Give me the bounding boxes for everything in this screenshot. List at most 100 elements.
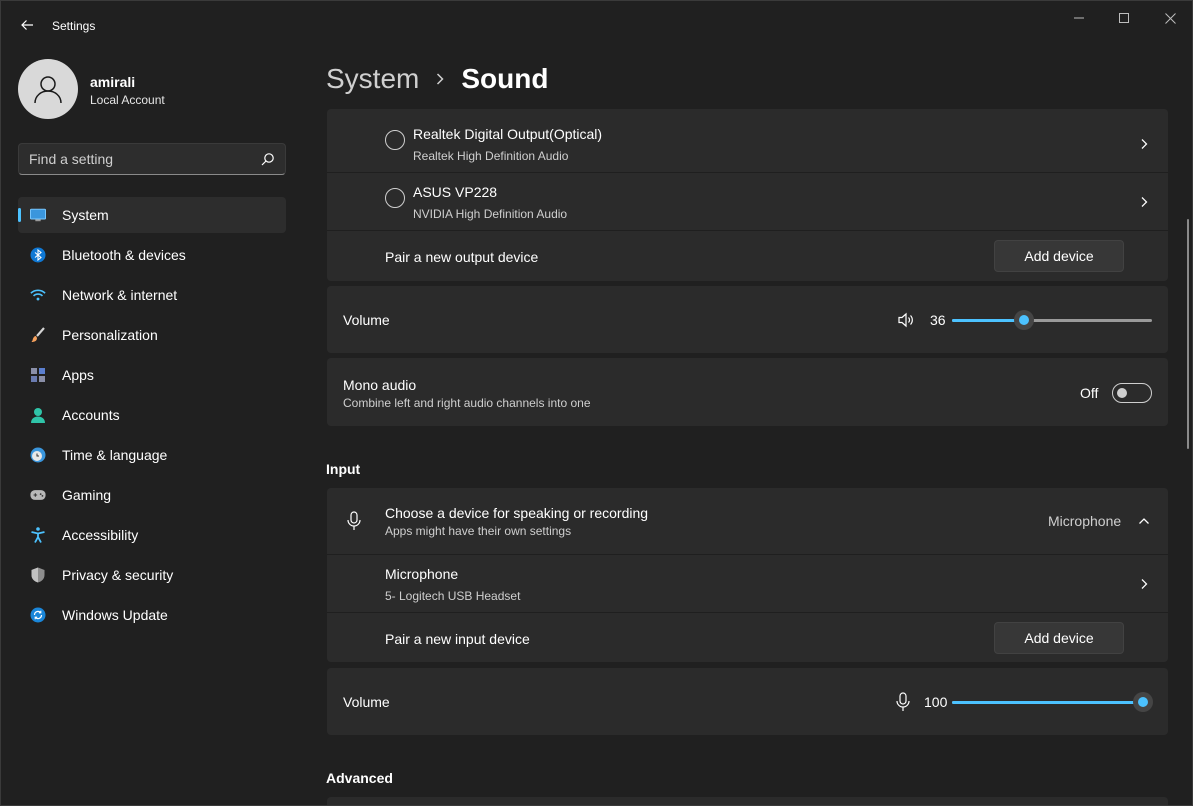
advanced-card <box>327 797 1168 805</box>
brush-icon <box>30 327 46 343</box>
breadcrumb-parent[interactable]: System <box>326 63 419 95</box>
maximize-icon <box>1119 13 1129 23</box>
sidebar-item-network[interactable]: Network & internet <box>18 277 286 313</box>
sidebar-item-system[interactable]: System <box>18 197 286 233</box>
choose-input-description: Apps might have their own settings <box>385 524 572 538</box>
chevron-right-icon[interactable] <box>1138 138 1150 150</box>
chevron-right-icon[interactable] <box>1138 578 1150 590</box>
sidebar-item-label: Privacy & security <box>62 567 174 583</box>
divider <box>327 172 1168 173</box>
output-volume-value: 36 <box>930 312 946 328</box>
sidebar-item-label: System <box>62 207 109 223</box>
sidebar-item-privacy-security[interactable]: Privacy & security <box>18 557 286 593</box>
app-title: Settings <box>52 19 96 33</box>
chevron-up-icon[interactable] <box>1138 515 1150 527</box>
device-driver: Realtek High Definition Audio <box>413 149 569 163</box>
close-icon <box>1164 12 1176 24</box>
pair-output-label: Pair a new output device <box>385 249 539 265</box>
sidebar-item-windows-update[interactable]: Windows Update <box>18 597 286 633</box>
device-driver: NVIDIA High Definition Audio <box>413 207 568 221</box>
mono-audio-state: Off <box>1080 385 1099 401</box>
maximize-button[interactable] <box>1109 7 1139 29</box>
breadcrumb: System Sound <box>326 59 548 99</box>
close-button[interactable] <box>1155 7 1185 29</box>
breadcrumb-separator-icon <box>435 72 445 86</box>
input-volume-label: Volume <box>343 694 390 710</box>
sidebar-nav: System Bluetooth & devices Network & int… <box>18 197 286 637</box>
sidebar-item-time-language[interactable]: Time & language <box>18 437 286 473</box>
minimize-button[interactable] <box>1064 7 1094 29</box>
chevron-right-icon[interactable] <box>1138 196 1150 208</box>
add-input-device-button[interactable]: Add device <box>994 622 1124 654</box>
page-title: Sound <box>461 63 549 94</box>
mono-audio-description: Combine left and right audio channels in… <box>343 396 591 410</box>
apps-icon <box>30 367 46 383</box>
scrollbar[interactable] <box>1187 219 1189 449</box>
choose-input-label: Choose a device for speaking or recordin… <box>385 505 649 521</box>
sidebar-item-label: Time & language <box>62 447 168 463</box>
sidebar-item-apps[interactable]: Apps <box>18 357 286 393</box>
device-radio[interactable] <box>385 130 405 150</box>
device-driver: 5- Logitech USB Headset <box>385 589 521 603</box>
back-arrow-icon <box>21 20 33 30</box>
user-icon <box>34 76 62 104</box>
gamepad-icon <box>30 487 46 503</box>
sidebar-item-label: Windows Update <box>62 607 168 623</box>
mono-audio-label: Mono audio <box>343 377 417 393</box>
pair-input-label: Pair a new input device <box>385 631 530 647</box>
update-icon <box>30 607 46 623</box>
sidebar-item-bluetooth[interactable]: Bluetooth & devices <box>18 237 286 273</box>
minimize-icon <box>1074 17 1084 19</box>
accounts-icon <box>30 407 46 423</box>
bluetooth-icon <box>30 247 46 263</box>
divider <box>327 612 1168 613</box>
input-volume-value: 100 <box>924 694 948 710</box>
sidebar-item-accounts[interactable]: Accounts <box>18 397 286 433</box>
slider-fill <box>952 701 1143 704</box>
mono-audio-card <box>327 358 1168 426</box>
divider <box>327 554 1168 555</box>
input-volume-slider[interactable] <box>952 692 1153 712</box>
sidebar-item-label: Bluetooth & devices <box>62 247 186 263</box>
user-name: amirali <box>90 74 136 90</box>
avatar[interactable] <box>18 59 78 119</box>
search-icon[interactable] <box>261 152 275 166</box>
mono-audio-toggle[interactable] <box>1112 383 1152 403</box>
sidebar-item-gaming[interactable]: Gaming <box>18 477 286 513</box>
sidebar-item-label: Apps <box>62 367 94 383</box>
shield-icon <box>30 567 46 583</box>
toggle-knob <box>1117 388 1127 398</box>
advanced-section-title: Advanced <box>326 770 393 786</box>
output-volume-label: Volume <box>343 312 390 328</box>
sidebar-item-personalization[interactable]: Personalization <box>18 317 286 353</box>
device-name: Realtek Digital Output(Optical) <box>413 126 603 142</box>
divider <box>327 230 1168 231</box>
sidebar-item-accessibility[interactable]: Accessibility <box>18 517 286 553</box>
system-icon <box>30 207 46 223</box>
device-radio[interactable] <box>385 188 405 208</box>
sidebar-item-label: Accounts <box>62 407 120 423</box>
clock-globe-icon <box>30 447 46 463</box>
slider-thumb[interactable] <box>1014 310 1034 330</box>
sidebar-item-label: Gaming <box>62 487 112 503</box>
input-section-title: Input <box>326 461 361 477</box>
back-button[interactable] <box>15 13 39 37</box>
wifi-icon <box>30 287 46 303</box>
account-type: Local Account <box>90 93 165 107</box>
device-name: ASUS VP228 <box>413 184 498 200</box>
accessibility-icon <box>30 527 46 543</box>
device-name: Microphone <box>385 566 459 582</box>
settings-window: Settings amirali Local Account System <box>0 0 1193 806</box>
title-bar: Settings <box>1 1 1192 49</box>
selected-input-device: Microphone <box>1048 513 1122 529</box>
microphone-icon[interactable] <box>895 692 911 712</box>
sidebar-item-label: Accessibility <box>62 527 139 543</box>
speaker-icon[interactable] <box>897 311 915 329</box>
output-volume-slider[interactable] <box>952 310 1152 330</box>
sidebar-item-label: Network & internet <box>62 287 178 303</box>
slider-thumb[interactable] <box>1133 692 1153 712</box>
sidebar-item-label: Personalization <box>62 327 158 343</box>
add-output-device-button[interactable]: Add device <box>994 240 1124 272</box>
search-input[interactable] <box>29 144 249 174</box>
search-box[interactable] <box>18 143 286 175</box>
